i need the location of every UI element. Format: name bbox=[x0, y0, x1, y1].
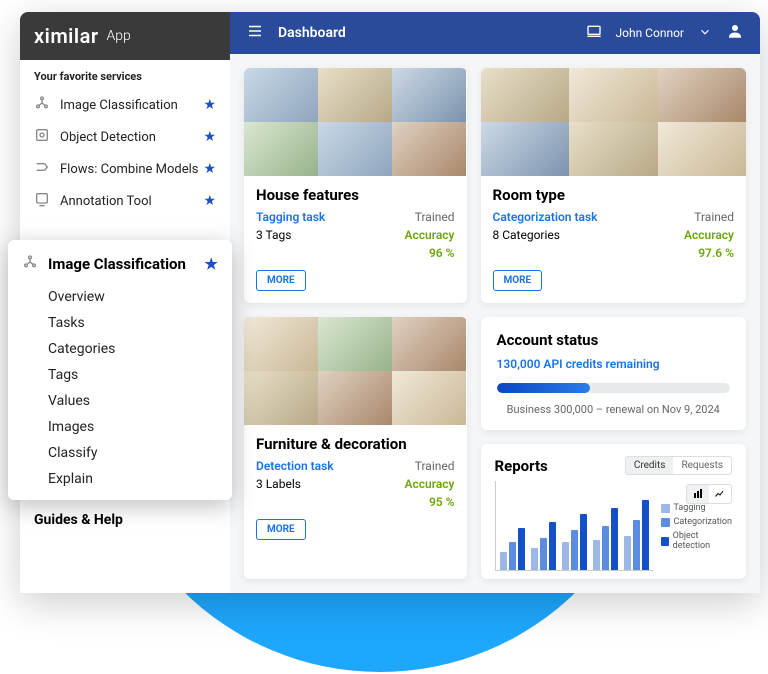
popout-header[interactable]: Image Classification ★ bbox=[8, 250, 232, 284]
popout-item-overview[interactable]: Overview bbox=[8, 284, 232, 310]
annotation-icon bbox=[34, 191, 52, 211]
account-status-card: Account status 130,000 API credits remai… bbox=[481, 317, 747, 430]
thumbnail-grid bbox=[244, 68, 467, 176]
sidebar-item-flows[interactable]: Flows: Combine Models ★ bbox=[20, 153, 230, 185]
more-button[interactable]: MORE bbox=[493, 270, 543, 291]
sidebar-popout: Image Classification ★ Overview Tasks Ca… bbox=[8, 240, 232, 500]
more-button[interactable]: MORE bbox=[256, 270, 306, 291]
sidebar-item-image-classification[interactable]: Image Classification ★ bbox=[20, 89, 230, 121]
popout-item-tags[interactable]: Tags bbox=[8, 362, 232, 388]
detection-icon bbox=[34, 127, 52, 147]
renewal-text: Business 300,000 – renewal on Nov 9, 202… bbox=[497, 403, 731, 416]
sidebar-item-annotation[interactable]: Annotation Tool ★ bbox=[20, 185, 230, 217]
card-title: Room type bbox=[493, 186, 735, 204]
guides-help[interactable]: Guides & Help bbox=[20, 497, 230, 542]
reports-card: Reports Credits Requests bbox=[481, 444, 747, 579]
star-icon[interactable]: ★ bbox=[203, 97, 216, 113]
classification-icon bbox=[34, 95, 52, 115]
accuracy-value: 96 % bbox=[429, 246, 455, 260]
thumbnail-grid bbox=[244, 317, 467, 425]
user-name[interactable]: John Connor bbox=[616, 26, 685, 40]
task-status: Trained bbox=[415, 459, 455, 473]
task-card-house-features: House features Tagging task Trained 3 Ta… bbox=[244, 68, 467, 303]
credits-progress-bar bbox=[497, 383, 731, 393]
favorites-header: Your favorite services bbox=[20, 60, 230, 89]
tab-credits[interactable]: Credits bbox=[626, 457, 674, 474]
sidebar-item-label: Flows: Combine Models bbox=[60, 162, 199, 177]
main-area: Dashboard John Connor House featur bbox=[230, 12, 760, 593]
task-type-link[interactable]: Tagging task bbox=[256, 210, 325, 224]
card-title: House features bbox=[256, 186, 455, 204]
legend-object-detection: Object detection bbox=[673, 531, 732, 551]
account-title: Account status bbox=[497, 331, 731, 349]
line-view-icon[interactable] bbox=[709, 485, 731, 503]
accuracy-label: Accuracy bbox=[684, 228, 734, 242]
brand-suffix: App bbox=[107, 28, 131, 44]
popout-item-categories[interactable]: Categories bbox=[8, 336, 232, 362]
popout-item-explain[interactable]: Explain bbox=[8, 466, 232, 492]
credits-remaining: 130,000 API credits remaining bbox=[497, 357, 731, 371]
reports-title: Reports bbox=[495, 457, 548, 475]
popout-item-images[interactable]: Images bbox=[8, 414, 232, 440]
task-status: Trained bbox=[415, 210, 455, 224]
brand-bar: ximilar App bbox=[20, 12, 230, 60]
sidebar-item-label: Object Detection bbox=[60, 130, 156, 145]
popout-item-values[interactable]: Values bbox=[8, 388, 232, 414]
task-card-furniture: Furniture & decoration Detection task Tr… bbox=[244, 317, 467, 579]
chevron-down-icon[interactable] bbox=[698, 24, 712, 43]
reports-bar-chart bbox=[495, 481, 653, 571]
label-count: 3 Labels bbox=[256, 477, 301, 491]
accuracy-value: 97.6 % bbox=[698, 246, 734, 260]
star-icon[interactable]: ★ bbox=[203, 193, 216, 209]
tab-requests[interactable]: Requests bbox=[673, 457, 731, 474]
thumbnail-grid bbox=[481, 68, 747, 176]
popout-item-classify[interactable]: Classify bbox=[8, 440, 232, 466]
accuracy-value: 95 % bbox=[429, 495, 455, 509]
sidebar-item-label: Annotation Tool bbox=[60, 194, 152, 209]
popout-item-tasks[interactable]: Tasks bbox=[8, 310, 232, 336]
brand-logo: ximilar bbox=[34, 24, 99, 48]
topbar: Dashboard John Connor bbox=[230, 12, 760, 54]
task-type-link[interactable]: Categorization task bbox=[493, 210, 598, 224]
classification-icon bbox=[22, 254, 40, 274]
task-status: Trained bbox=[694, 210, 734, 224]
accuracy-label: Accuracy bbox=[405, 477, 455, 491]
popout-title: Image Classification bbox=[48, 255, 186, 273]
chart-view-toggle bbox=[686, 484, 732, 504]
legend-tagging: Tagging bbox=[674, 503, 706, 513]
reports-tabs: Credits Requests bbox=[625, 456, 732, 475]
tag-count: 3 Tags bbox=[256, 228, 291, 242]
device-icon[interactable] bbox=[586, 23, 602, 43]
user-avatar-icon[interactable] bbox=[726, 22, 744, 44]
accuracy-label: Accuracy bbox=[405, 228, 455, 242]
page-title: Dashboard bbox=[278, 25, 346, 41]
flows-icon bbox=[34, 159, 52, 179]
bar-view-icon[interactable] bbox=[687, 485, 709, 503]
more-button[interactable]: MORE bbox=[256, 519, 306, 540]
task-type-link[interactable]: Detection task bbox=[256, 459, 334, 473]
sidebar-item-object-detection[interactable]: Object Detection ★ bbox=[20, 121, 230, 153]
menu-icon[interactable] bbox=[246, 22, 264, 44]
star-icon[interactable]: ★ bbox=[203, 161, 216, 177]
legend-categorization: Categorization bbox=[674, 517, 733, 527]
sidebar-item-label: Image Classification bbox=[60, 98, 178, 113]
star-icon[interactable]: ★ bbox=[205, 255, 218, 273]
star-icon[interactable]: ★ bbox=[203, 129, 216, 145]
sidebar: ximilar App Your favorite services Image… bbox=[20, 12, 230, 593]
card-title: Furniture & decoration bbox=[256, 435, 455, 453]
category-count: 8 Categories bbox=[493, 228, 560, 242]
task-card-room-type: Room type Categorization task Trained 8 … bbox=[481, 68, 747, 303]
